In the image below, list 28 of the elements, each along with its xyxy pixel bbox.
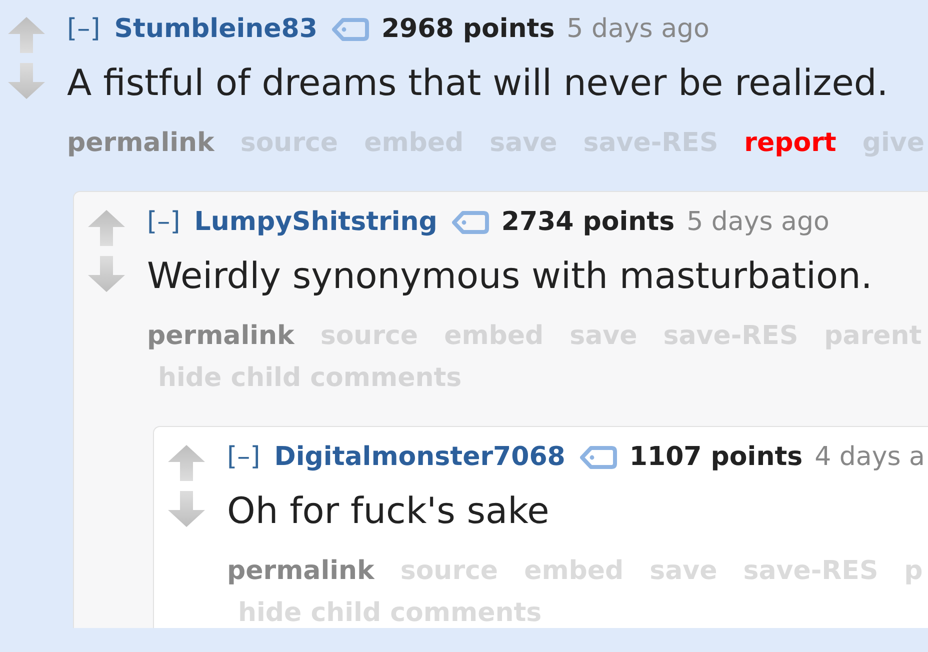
collapse-toggle[interactable]: [–] [67, 14, 100, 44]
tag-icon[interactable] [580, 446, 618, 468]
timestamp: 5 days ago [686, 207, 830, 237]
up-arrow-icon[interactable] [168, 445, 205, 481]
author-link[interactable]: Digitalmonster7068 [274, 442, 566, 472]
tag-icon[interactable] [332, 18, 370, 40]
comment-text: Weirdly synonymous with masturbation. [147, 255, 874, 299]
score-text: 2734 points [501, 207, 675, 237]
score-text: 1107 points [629, 442, 803, 472]
score-text: 2968 points [381, 14, 555, 44]
down-arrow-icon[interactable] [8, 63, 45, 99]
timestamp: 4 days a [814, 442, 925, 472]
action-link[interactable]: report [744, 128, 836, 158]
down-arrow-icon[interactable] [88, 256, 125, 292]
action-link[interactable]: permalink [67, 128, 214, 158]
timestamp: 5 days ago [566, 14, 710, 44]
tag-icon[interactable] [452, 210, 490, 234]
action-link[interactable]: permalink [147, 321, 294, 351]
collapse-toggle[interactable]: [–] [147, 207, 180, 237]
author-link[interactable]: Stumbleine83 [114, 14, 318, 44]
author-link[interactable]: LumpyShitstring [194, 207, 438, 237]
comment-text: Oh for fuck's sake [227, 490, 550, 534]
up-arrow-icon[interactable] [8, 17, 45, 53]
up-arrow-icon[interactable] [88, 210, 125, 246]
down-arrow-icon[interactable] [168, 491, 205, 527]
collapse-toggle[interactable]: [–] [227, 442, 260, 472]
action-link[interactable]: permalink [227, 556, 374, 586]
comment-text: A fistful of dreams that will never be realized. [67, 62, 890, 106]
